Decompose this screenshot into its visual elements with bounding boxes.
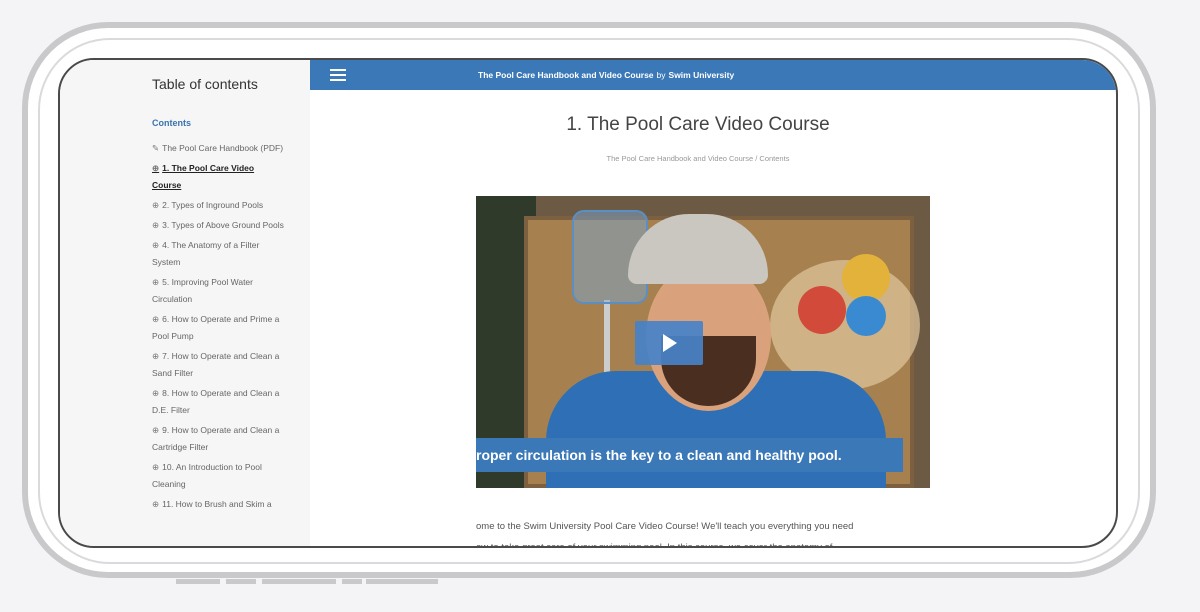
toc-item[interactable]: ⊕ 4. The Anatomy of a Filter System: [152, 237, 284, 271]
toc-item-label: 10. An Introduction to Pool Cleaning: [152, 462, 262, 489]
toc-item-label: 7. How to Operate and Clean a Sand Filte…: [152, 351, 280, 378]
toc-item[interactable]: ⊕ 8. How to Operate and Clean a D.E. Filt…: [152, 385, 284, 419]
plus-circle-icon: ⊕: [152, 220, 160, 230]
toc-heading-contents[interactable]: Contents: [152, 118, 284, 128]
plus-circle-icon: ⊕: [152, 200, 160, 210]
side-button: [176, 579, 220, 584]
toc-item-label: 1. The Pool Care Video Course: [152, 163, 255, 190]
plus-circle-icon: ⊕: [152, 314, 160, 324]
toc-item-label: 2. Types of Inground Pools: [162, 200, 264, 210]
side-button: [262, 579, 336, 584]
toc-item-label: 5. Improving Pool Water Circulation: [152, 277, 253, 304]
toc-item[interactable]: ✎ The Pool Care Handbook (PDF): [152, 140, 284, 157]
main-content: The Pool Care Handbook and Video Course b…: [310, 60, 1116, 546]
plus-circle-icon: ⊕: [152, 163, 160, 173]
toc-item[interactable]: ⊕ 9. How to Operate and Clean a Cartridge…: [152, 422, 284, 456]
plus-circle-icon: ⊕: [152, 277, 160, 287]
toc-item-label: 6. How to Operate and Prime a Pool Pump: [152, 314, 280, 341]
toc-item-label: 4. The Anatomy of a Filter System: [152, 240, 260, 267]
author-name: Swim University: [668, 70, 735, 80]
toc-item-label: 11. How to Brush and Skim a: [162, 499, 272, 509]
intro-line-2: ow to take great care of your swimming p…: [476, 542, 833, 548]
page-title: 1. The Pool Care Video Course: [566, 114, 830, 135]
toc-item-label: 3. Types of Above Ground Pools: [162, 220, 284, 230]
toc-item-label: 9. How to Operate and Clean a Cartridge …: [152, 425, 280, 452]
toc-item[interactable]: ⊕ 2. Types of Inground Pools: [152, 197, 284, 214]
toc-list: ✎ The Pool Care Handbook (PDF) ⊕ 1. The Poo…: [152, 140, 284, 513]
toc-item[interactable]: ⊕ 3. Types of Above Ground Pools: [152, 217, 284, 234]
toc-item[interactable]: ⊕ 10. An Introduction to Pool Cleaning: [152, 459, 284, 493]
plus-circle-icon: ⊕: [152, 240, 160, 250]
pencil-icon: ✎: [152, 143, 160, 153]
toc-item[interactable]: ⊕ 5. Improving Pool Water Circulation: [152, 274, 284, 308]
breadcrumb[interactable]: The Pool Care Handbook and Video Course …: [310, 154, 1116, 163]
beach-ball: [842, 254, 890, 302]
toc-title: Table of contents: [152, 76, 258, 92]
intro-line-1: ome to the Swim University Pool Care Vid…: [476, 521, 854, 532]
play-button[interactable]: [635, 321, 703, 365]
book-title: The Pool Care Handbook and Video Course: [478, 70, 654, 80]
video-caption: roper circulation is the key to a clean …: [476, 438, 903, 472]
plus-circle-icon: ⊕: [152, 425, 160, 435]
plus-circle-icon: ⊕: [152, 462, 160, 472]
book-title-bar: The Pool Care Handbook and Video Course b…: [478, 70, 734, 80]
plus-circle-icon: ⊕: [152, 499, 160, 509]
side-button: [342, 579, 362, 584]
toc-item[interactable]: ⊕ 11. How to Brush and Skim a: [152, 496, 284, 513]
side-button: [366, 579, 438, 584]
beach-ball: [846, 296, 886, 336]
side-button: [226, 579, 256, 584]
plus-circle-icon: ⊕: [152, 351, 160, 361]
toc-item[interactable]: ⊕ 6. How to Operate and Prime a Pool Pump: [152, 311, 284, 345]
by-label: by: [656, 70, 666, 80]
toc-item[interactable]: ⊕ 1. The Pool Care Video Course: [152, 160, 284, 194]
plus-circle-icon: ⊕: [152, 388, 160, 398]
play-icon: [663, 334, 677, 352]
beach-ball: [798, 286, 846, 334]
top-bar: The Pool Care Handbook and Video Course b…: [310, 60, 1116, 90]
menu-icon[interactable]: [330, 69, 346, 84]
toc-item-label: The Pool Care Handbook (PDF): [162, 143, 284, 153]
toc-item[interactable]: ⊕ 7. How to Operate and Clean a Sand Filt…: [152, 348, 284, 382]
table-of-contents-sidebar: Table of contents Contents ✎ The Pool Car…: [60, 60, 310, 546]
device-screen: Table of contents Contents ✎ The Pool Car…: [58, 58, 1118, 548]
video-player[interactable]: roper circulation is the key to a clean …: [476, 196, 930, 488]
intro-paragraph: ome to the Swim University Pool Care Vid…: [476, 516, 906, 548]
toc-item-label: 8. How to Operate and Clean a D.E. Filte…: [152, 388, 280, 415]
